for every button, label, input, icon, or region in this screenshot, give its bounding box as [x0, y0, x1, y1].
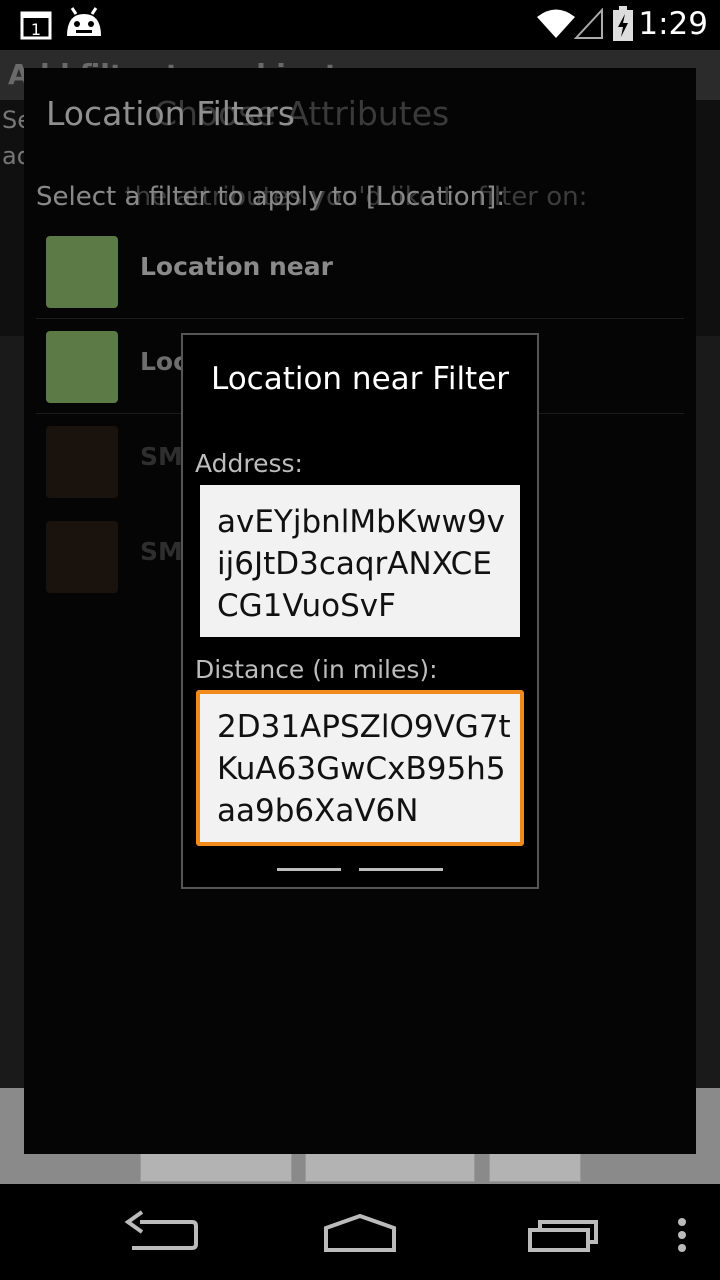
distance-field[interactable]: 2D31APSZlO9VG7tKuA63GwCxB95h5aa9b6XaV6N — [196, 690, 524, 846]
dialog-title: Location Filters — [46, 94, 295, 133]
filter-icon — [46, 426, 118, 498]
back-button[interactable] — [110, 1184, 210, 1280]
home-button[interactable] — [310, 1184, 410, 1280]
filter-icon — [46, 331, 118, 403]
address-field[interactable]: avEYjbnlMbKww9vij6JtD3caqrANXCECG1VuoSvF — [200, 485, 520, 637]
filter-item-label: Location near — [140, 252, 333, 281]
overflow-menu-icon — [662, 1218, 702, 1280]
address-label: Address: — [195, 449, 303, 478]
filter-icon — [46, 521, 118, 593]
location-near-filter-dialog: Location near Filter Address: avEYjbnlMb… — [181, 333, 539, 889]
navigation-bar — [0, 1184, 720, 1280]
status-bar: 1 1:29 — [0, 0, 720, 50]
recent-apps-button[interactable] — [512, 1184, 612, 1280]
dialog-prompt: Select a filter to apply to [Location]: — [36, 182, 505, 212]
android-icon — [64, 6, 104, 44]
distance-label: Distance (in miles): — [195, 655, 438, 684]
filter-item-location-near[interactable]: Location near — [36, 224, 684, 319]
dialog-button-right[interactable] — [359, 868, 443, 871]
home-icon — [310, 1213, 410, 1280]
signal-icon — [573, 7, 604, 44]
screen: 1 1:29 Se ad Choose Attributes Location … — [0, 0, 720, 1280]
calendar-icon: 1 — [20, 10, 52, 44]
clock: 1:29 — [638, 6, 708, 42]
edit-dialog-title: Location near Filter — [210, 361, 510, 397]
svg-text:1: 1 — [31, 20, 41, 39]
back-icon — [110, 1210, 210, 1280]
recent-apps-icon — [512, 1220, 612, 1280]
dialog-button-left[interactable] — [277, 868, 341, 871]
wifi-icon — [536, 8, 576, 44]
menu-button[interactable] — [662, 1184, 702, 1280]
filter-icon — [46, 236, 118, 308]
battery-charging-icon — [612, 6, 634, 46]
